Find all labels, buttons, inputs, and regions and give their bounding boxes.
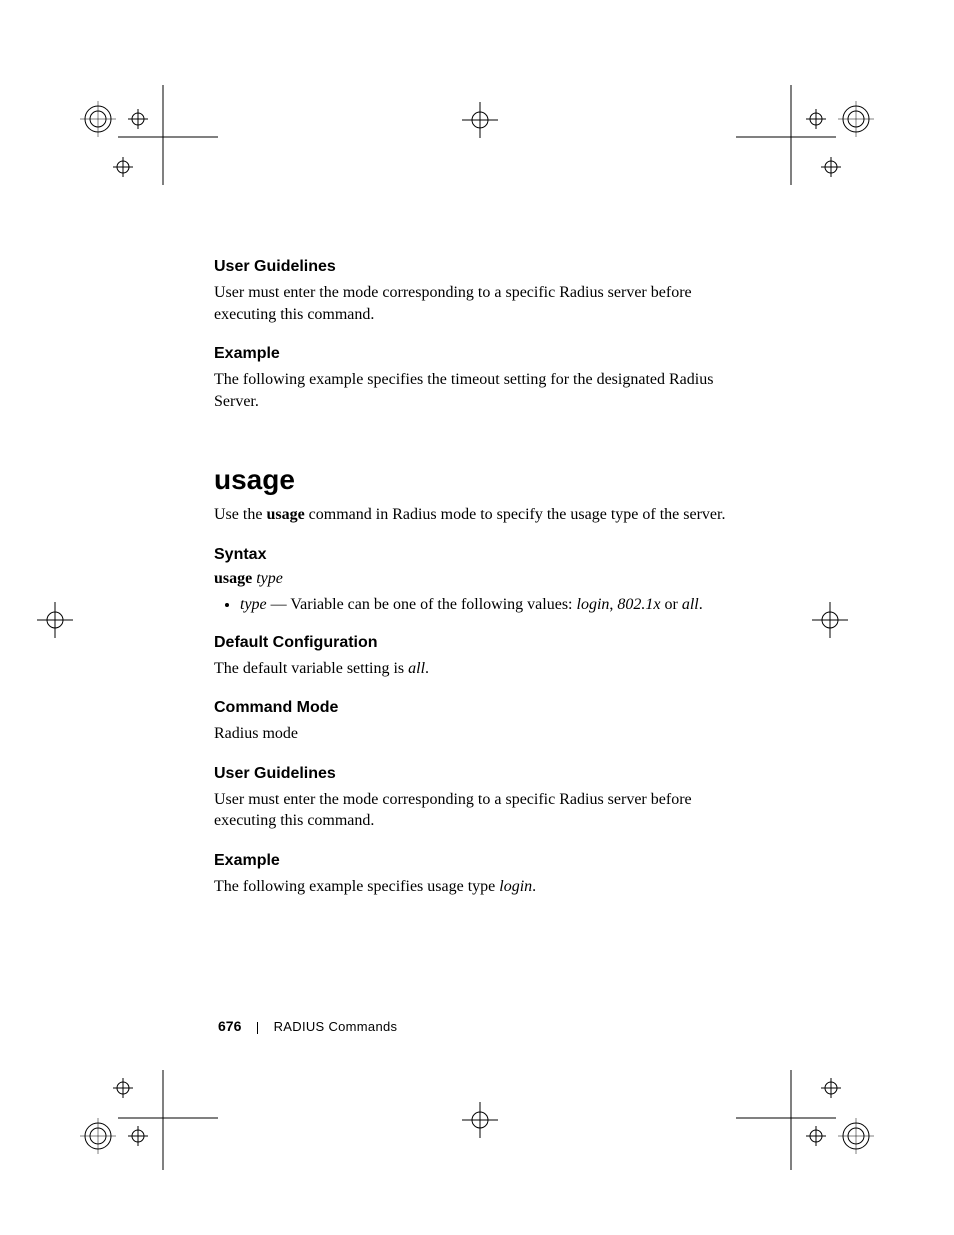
page-footer: 676 RADIUS Commands [218,1018,397,1034]
text-italic: all [682,596,699,613]
text-italic: type [256,570,283,587]
text-italic: login [499,878,532,895]
body-text: The following example specifies usage ty… [214,876,734,898]
crop-mark-icon [58,1050,218,1170]
text-italic: login [577,596,610,613]
text-italic: all [408,660,425,677]
syntax-line: usage type [214,570,734,588]
crop-mark-icon [25,590,85,650]
text-fragment: — Variable can be one of the following v… [267,596,577,613]
heading-command-mode: Command Mode [214,699,734,717]
text-italic: type [240,596,267,613]
list-item: type — Variable can be one of the follow… [240,594,734,616]
crop-mark-icon [450,90,510,150]
text-fragment: Use the [214,506,266,523]
body-text: Radius mode [214,723,734,745]
page-number: 676 [218,1018,241,1034]
text-fragment: The default variable setting is [214,660,408,677]
heading-default-config: Default Configuration [214,634,734,652]
text-fragment: command in Radius mode to specify the us… [305,506,726,523]
body-text: User must enter the mode corresponding t… [214,789,734,832]
body-text: Use the usage command in Radius mode to … [214,504,734,526]
footer-section-name: RADIUS Commands [274,1019,398,1034]
bullet-list: type — Variable can be one of the follow… [214,594,734,616]
crop-mark-icon [736,85,896,205]
heading-example: Example [214,852,734,870]
footer-separator [257,1022,258,1034]
heading-user-guidelines: User Guidelines [214,765,734,783]
crop-mark-icon [800,590,860,650]
crop-mark-icon [58,85,218,205]
body-text: The default variable setting is all. [214,658,734,680]
body-text: The following example specifies the time… [214,369,734,412]
heading-example: Example [214,345,734,363]
text-bold: usage [266,506,304,523]
text-bold: usage [214,570,256,587]
text-italic: 802.1x [617,596,660,613]
page-content: User Guidelines User must enter the mode… [214,258,734,918]
command-title: usage [214,464,734,496]
body-text: User must enter the mode corresponding t… [214,282,734,325]
heading-user-guidelines: User Guidelines [214,258,734,276]
text-fragment: or [661,596,682,613]
text-fragment: . [425,660,429,677]
text-fragment: The following example specifies usage ty… [214,878,499,895]
text-fragment: . [699,596,703,613]
crop-mark-icon [450,1090,510,1150]
crop-mark-icon [736,1050,896,1170]
text-fragment: . [532,878,536,895]
heading-syntax: Syntax [214,546,734,564]
